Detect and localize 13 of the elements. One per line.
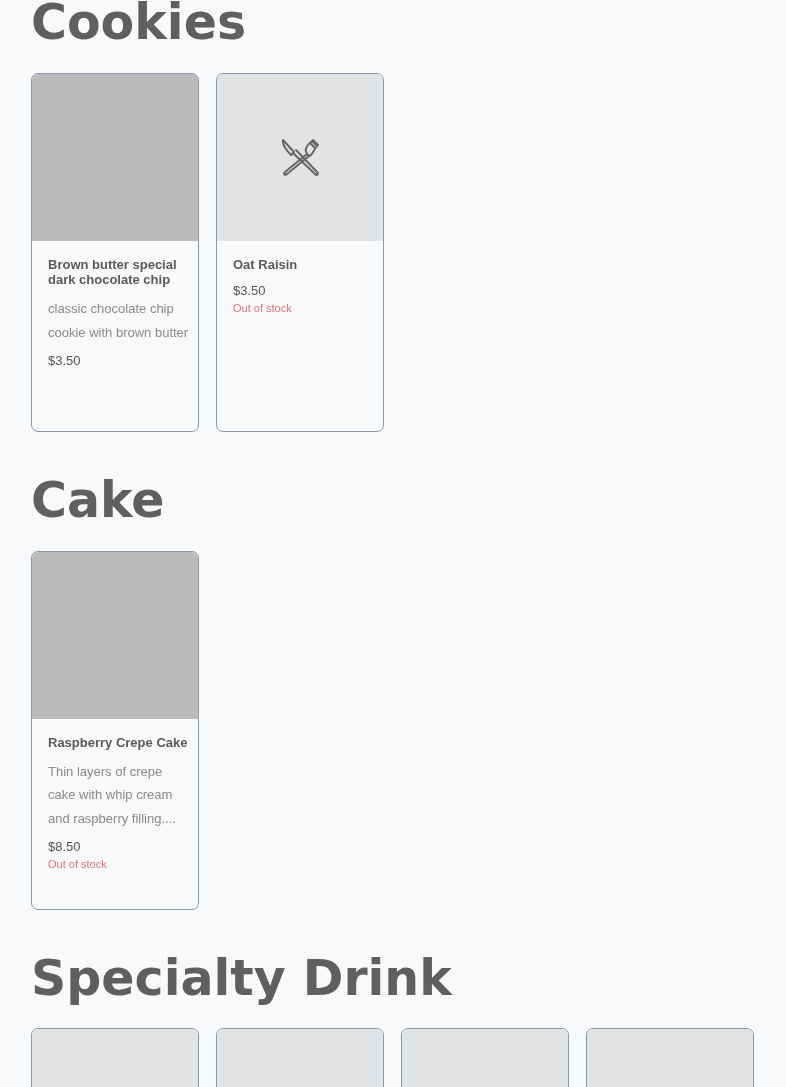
product-description: Thin layers of crepe cake with whip cream and raspberry filling.... bbox=[48, 762, 177, 828]
product-name: Raspberry Crepe Cake bbox=[48, 734, 189, 750]
product-name: Brown butter special dark chocolate chip bbox=[48, 256, 178, 288]
section-heading: Cake bbox=[31, 471, 166, 531]
section-heading: Cookies bbox=[31, 0, 248, 53]
stock-status: Out of stock bbox=[233, 300, 293, 316]
product-price: $3.50 bbox=[233, 282, 267, 300]
product-price: $8.50 bbox=[48, 838, 82, 856]
product-name: Oat Raisin bbox=[233, 256, 299, 273]
product-price: $3.50 bbox=[48, 352, 82, 370]
section-heading: Specialty Drink bbox=[31, 949, 454, 1009]
stock-status: Out of stock bbox=[48, 856, 108, 872]
product-description: classic chocolate chip cookie with brown butter bbox=[48, 300, 190, 342]
